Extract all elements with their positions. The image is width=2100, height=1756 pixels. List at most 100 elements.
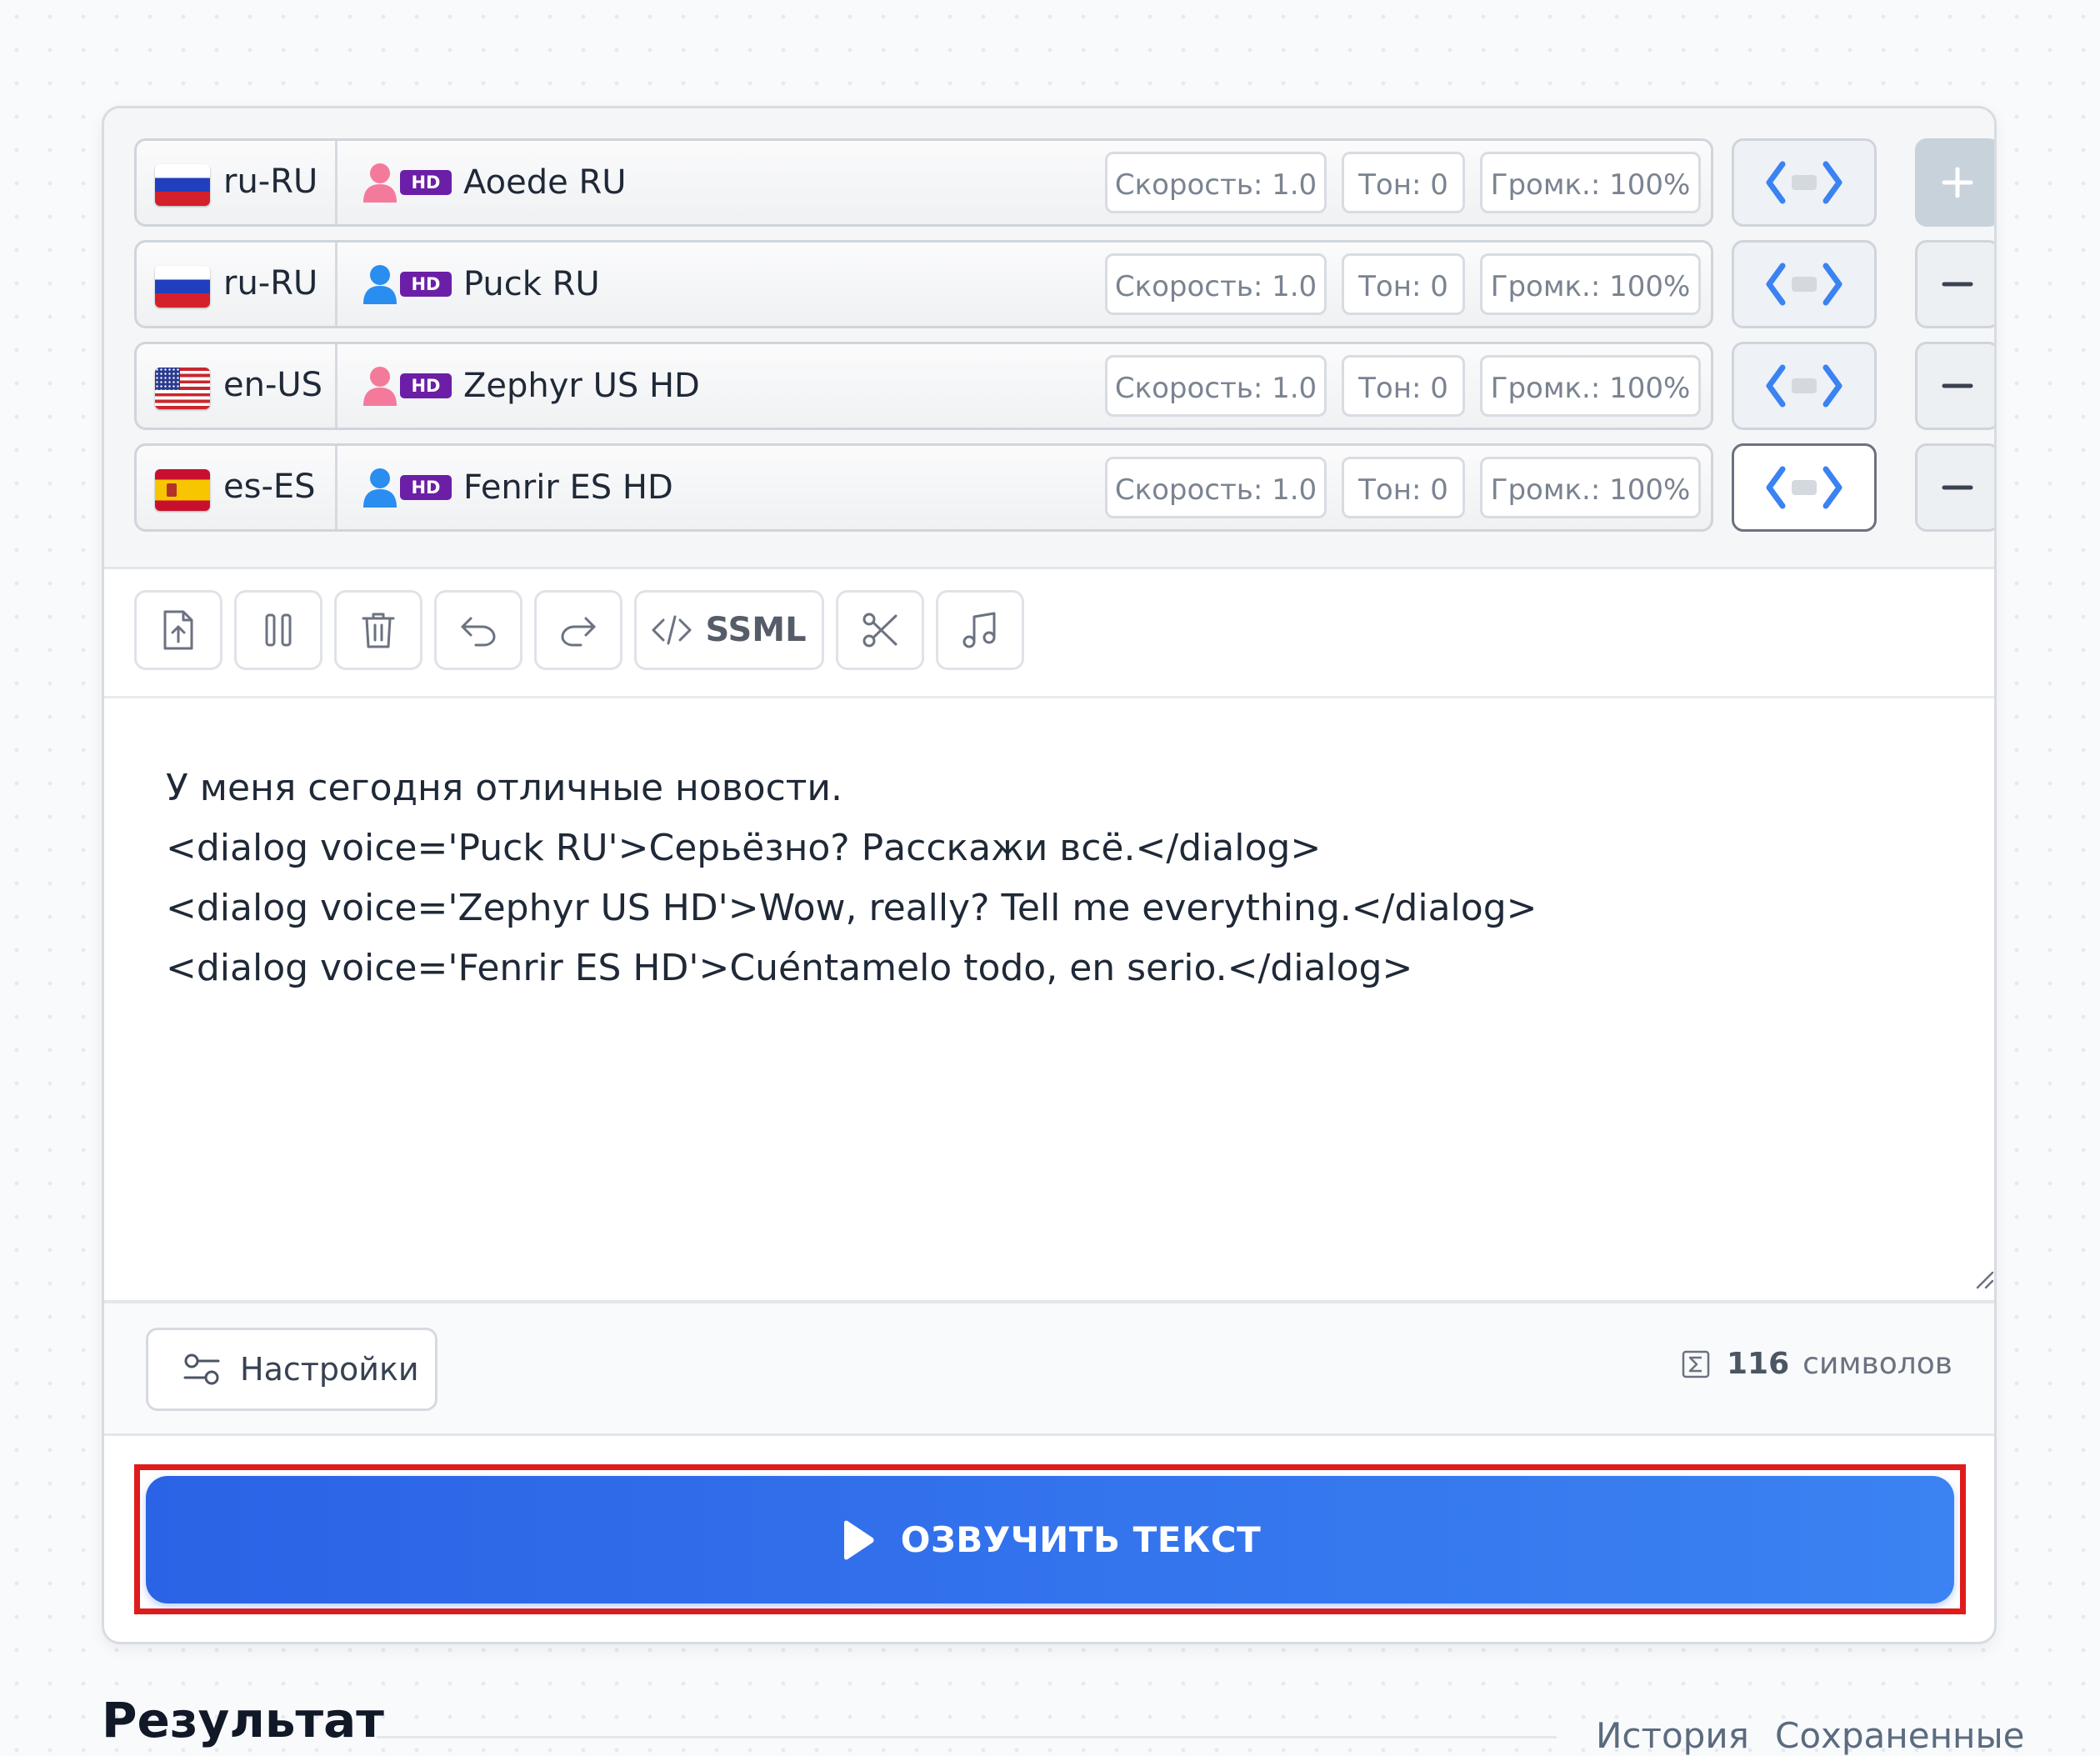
volume-control[interactable]: Громк.: 100%: [1480, 152, 1701, 213]
tone-control[interactable]: Тон: 0: [1342, 253, 1465, 315]
language-selector[interactable]: ru-RU: [137, 141, 338, 224]
undo-button[interactable]: [434, 590, 522, 670]
remove-voice-button[interactable]: [1915, 443, 1994, 532]
voices-panel: ru-RU HD Aoede RU Скорость: 1.0 Тон: 0 Г…: [104, 108, 1994, 569]
redo-icon: [561, 617, 596, 647]
volume-control[interactable]: Громк.: 100%: [1480, 457, 1701, 518]
result-title: Результат: [102, 1692, 384, 1748]
remove-voice-button[interactable]: [1915, 342, 1994, 430]
settings-button[interactable]: Настройки: [146, 1328, 438, 1411]
plus-icon: [1942, 167, 1973, 198]
redo-button[interactable]: [534, 590, 622, 670]
pause-button[interactable]: [234, 590, 322, 670]
voice-name: Fenrir ES HD: [463, 468, 673, 507]
tone-control[interactable]: Тон: 0: [1342, 457, 1465, 518]
play-icon: [843, 1520, 874, 1559]
hd-badge: HD: [400, 170, 452, 195]
voice-name: Aoede RU: [463, 163, 627, 202]
sigma-icon: [1682, 1350, 1710, 1378]
add-voice-button[interactable]: [1915, 138, 1994, 227]
male-voice-icon: [363, 265, 397, 304]
minus-icon: [1942, 282, 1973, 287]
editor-line: <dialog voice='Zephyr US HD'>Wow, really…: [166, 887, 1538, 929]
voice-selector[interactable]: ru-RU HD Aoede RU Скорость: 1.0 Тон: 0 Г…: [134, 138, 1713, 227]
language-selector[interactable]: ru-RU: [137, 243, 338, 326]
speed-control[interactable]: Скорость: 1.0: [1105, 253, 1327, 315]
result-divider: [377, 1736, 1557, 1738]
pause-icon: [265, 613, 292, 647]
male-voice-icon: [363, 468, 397, 508]
minus-icon: [1942, 383, 1973, 388]
flag-us-icon: [155, 368, 210, 409]
voice-name-selector[interactable]: HD Puck RU: [362, 261, 600, 308]
code-tag-icon: [1766, 466, 1842, 509]
volume-control[interactable]: Громк.: 100%: [1480, 253, 1701, 315]
text-editor[interactable]: У меня сегодня отличные новости. <dialog…: [166, 758, 1916, 998]
female-voice-icon: [363, 163, 397, 203]
editor-line: <dialog voice='Puck RU'>Серьёзно? Расска…: [166, 827, 1322, 869]
voice-selector[interactable]: es-ES HD Fenrir ES HD Скорость: 1.0 Тон:…: [134, 443, 1713, 532]
language-code: en-US: [223, 366, 323, 404]
voice-row-2: ru-RU HD Puck RU Скорость: 1.0 Тон: 0 Гр…: [134, 240, 1994, 328]
voice-name-selector[interactable]: HD Zephyr US HD: [362, 363, 700, 409]
editor-footer: Настройки 116 символов: [104, 1303, 1994, 1436]
speed-control[interactable]: Скорость: 1.0: [1105, 457, 1327, 518]
toolbar-divider: [104, 696, 1994, 698]
speak-text-button[interactable]: ОЗВУЧИТЬ ТЕКСТ: [146, 1476, 1954, 1603]
insert-voice-tag-button[interactable]: [1732, 443, 1877, 532]
remove-voice-button[interactable]: [1915, 240, 1994, 328]
language-code: ru-RU: [223, 163, 318, 201]
flag-ru-icon: [155, 164, 210, 206]
voice-name-selector[interactable]: HD Aoede RU: [362, 159, 627, 206]
music-button[interactable]: [936, 590, 1024, 670]
flag-es-icon: [155, 469, 210, 511]
flag-ru-icon: [155, 266, 210, 308]
tab-saved[interactable]: Сохраненные: [1775, 1715, 2025, 1756]
undo-icon: [461, 617, 496, 647]
insert-voice-tag-button[interactable]: [1732, 138, 1877, 227]
voice-row-1: ru-RU HD Aoede RU Скорость: 1.0 Тон: 0 Г…: [134, 138, 1994, 227]
settings-label: Настройки: [240, 1351, 419, 1388]
code-tag-icon: [1766, 364, 1842, 408]
cut-button[interactable]: [836, 590, 924, 670]
tab-history[interactable]: История: [1596, 1715, 1749, 1756]
voice-selector[interactable]: ru-RU HD Puck RU Скорость: 1.0 Тон: 0 Гр…: [134, 240, 1713, 328]
editor-line: <dialog voice='Fenrir ES HD'>Cuéntamelo …: [166, 947, 1413, 989]
voice-name: Zephyr US HD: [463, 367, 700, 405]
ssml-button[interactable]: SSML: [634, 590, 824, 670]
upload-file-button[interactable]: [134, 590, 222, 670]
resize-handle-icon[interactable]: [1974, 1269, 1994, 1289]
female-voice-icon: [363, 367, 397, 406]
insert-voice-tag-button[interactable]: [1732, 342, 1877, 430]
tone-control[interactable]: Тон: 0: [1342, 152, 1465, 213]
minus-icon: [1942, 485, 1973, 490]
hd-badge: HD: [400, 272, 452, 297]
speed-control[interactable]: Скорость: 1.0: [1105, 152, 1327, 213]
hd-badge: HD: [400, 475, 452, 500]
voice-name: Puck RU: [463, 265, 600, 303]
file-upload-icon: [163, 610, 193, 650]
speed-control[interactable]: Скорость: 1.0: [1105, 355, 1327, 417]
hd-badge: HD: [400, 373, 452, 398]
sliders-icon: [183, 1353, 220, 1385]
voice-row-3: en-US HD Zephyr US HD Скорость: 1.0 Тон:…: [134, 342, 1994, 430]
insert-voice-tag-button[interactable]: [1732, 240, 1877, 328]
language-code: ru-RU: [223, 264, 318, 303]
character-count: 116: [1727, 1347, 1790, 1381]
language-code: es-ES: [223, 468, 316, 506]
volume-control[interactable]: Громк.: 100%: [1480, 355, 1701, 417]
voice-selector[interactable]: en-US HD Zephyr US HD Скорость: 1.0 Тон:…: [134, 342, 1713, 430]
editor-line: У меня сегодня отличные новости.: [166, 767, 843, 809]
scissors-icon: [862, 613, 898, 648]
trash-icon: [362, 613, 395, 648]
clear-text-button[interactable]: [334, 590, 422, 670]
voice-name-selector[interactable]: HD Fenrir ES HD: [362, 464, 673, 511]
language-selector[interactable]: es-ES: [137, 446, 338, 529]
ssml-label: SSML: [705, 611, 807, 649]
code-tag-icon: [1766, 161, 1842, 204]
music-note-icon: [962, 612, 996, 648]
code-icon: [652, 615, 692, 645]
tts-card: ru-RU HD Aoede RU Скорость: 1.0 Тон: 0 Г…: [102, 106, 1997, 1644]
tone-control[interactable]: Тон: 0: [1342, 355, 1465, 417]
language-selector[interactable]: en-US: [137, 344, 338, 428]
